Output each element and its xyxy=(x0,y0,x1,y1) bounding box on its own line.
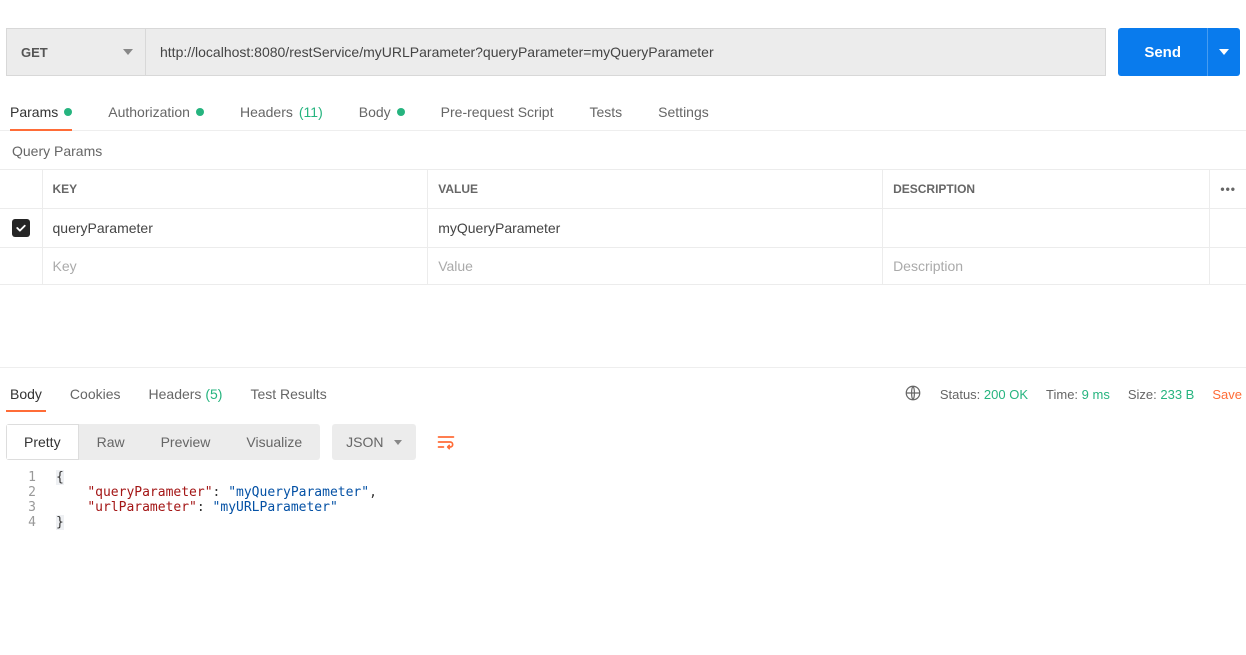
view-visualize[interactable]: Visualize xyxy=(228,424,320,460)
tab-authorization[interactable]: Authorization xyxy=(108,104,204,130)
tab-body[interactable]: Body xyxy=(359,104,405,130)
params-table: KEY VALUE DESCRIPTION ••• queryParameter… xyxy=(0,169,1246,285)
table-row-new[interactable]: Key Value Description xyxy=(0,248,1246,285)
bulk-edit-icon[interactable]: ••• xyxy=(1210,170,1246,209)
status-label: Status: 200 OK xyxy=(940,387,1028,402)
col-description: DESCRIPTION xyxy=(883,170,1210,209)
resp-tab-cookies[interactable]: Cookies xyxy=(66,376,125,412)
col-key: KEY xyxy=(42,170,428,209)
method-select[interactable]: GET xyxy=(6,28,146,76)
method-label: GET xyxy=(21,45,48,60)
save-response-button[interactable]: Save xyxy=(1212,387,1242,402)
tab-tests[interactable]: Tests xyxy=(589,104,622,130)
size-label: Size: 233 B xyxy=(1128,387,1195,402)
send-button[interactable]: Send xyxy=(1118,28,1240,76)
send-dropdown[interactable] xyxy=(1208,49,1240,55)
indicator-dot-icon xyxy=(196,108,204,116)
globe-icon[interactable] xyxy=(904,384,922,405)
tab-headers[interactable]: Headers (11) xyxy=(240,104,323,130)
indicator-dot-icon xyxy=(397,108,405,116)
section-query-params: Query Params xyxy=(0,131,1246,169)
param-value[interactable]: myQueryParameter xyxy=(428,209,883,248)
col-value: VALUE xyxy=(428,170,883,209)
time-label: Time: 9 ms xyxy=(1046,387,1110,402)
resp-tab-body[interactable]: Body xyxy=(6,376,46,412)
tab-params[interactable]: Params xyxy=(10,104,72,130)
view-mode-segment: Pretty Raw Preview Visualize xyxy=(6,424,320,460)
wrap-lines-button[interactable] xyxy=(428,424,464,460)
resp-tab-headers[interactable]: Headers (5) xyxy=(145,376,227,412)
wrap-icon xyxy=(436,432,456,452)
checkbox-icon[interactable] xyxy=(12,219,30,237)
table-row[interactable]: queryParameter myQueryParameter xyxy=(0,209,1246,248)
view-pretty[interactable]: Pretty xyxy=(6,424,79,460)
param-desc[interactable] xyxy=(883,209,1210,248)
response-body[interactable]: 1{ 2 "queryParameter": "myQueryParameter… xyxy=(0,464,1246,530)
tab-settings[interactable]: Settings xyxy=(658,104,709,130)
tab-prerequest[interactable]: Pre-request Script xyxy=(441,104,554,130)
chevron-down-icon xyxy=(123,49,133,55)
send-label: Send xyxy=(1118,44,1207,61)
view-raw[interactable]: Raw xyxy=(79,424,143,460)
url-input[interactable] xyxy=(146,28,1106,76)
indicator-dot-icon xyxy=(64,108,72,116)
resp-tab-tests[interactable]: Test Results xyxy=(246,376,330,412)
content-type-select[interactable]: JSON xyxy=(332,424,415,460)
chevron-down-icon xyxy=(394,440,402,445)
param-key[interactable]: queryParameter xyxy=(42,209,428,248)
view-preview[interactable]: Preview xyxy=(143,424,229,460)
chevron-down-icon xyxy=(1219,49,1229,55)
